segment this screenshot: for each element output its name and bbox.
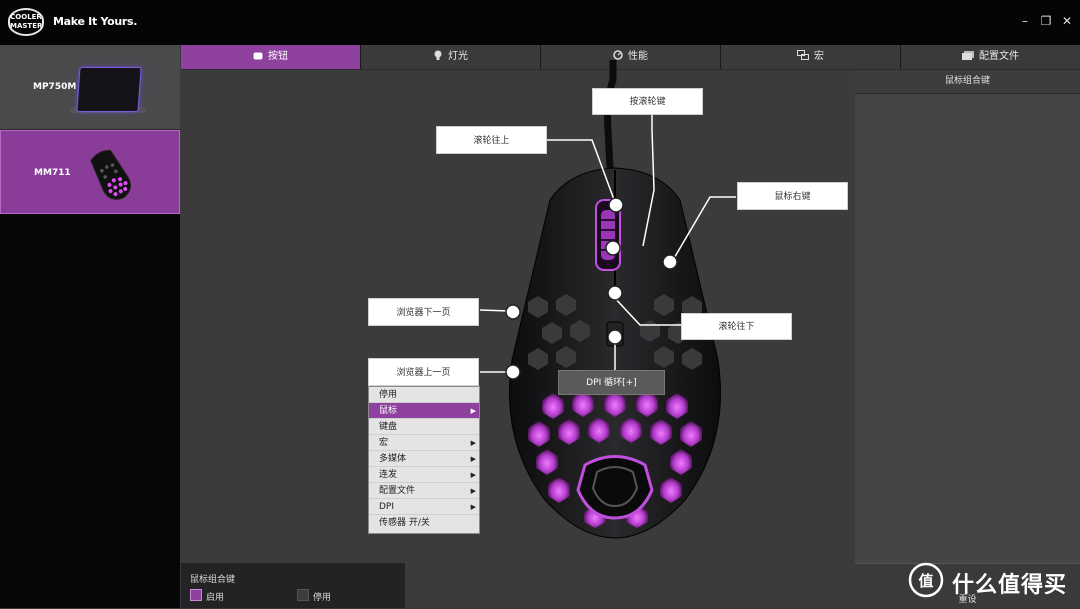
callout-browser-back[interactable]: 浏览器上一页 xyxy=(368,358,479,386)
device-item-mp750m[interactable]: MP750M xyxy=(0,45,180,130)
minimize-button[interactable]: – xyxy=(1018,14,1032,28)
menu-item-dpi[interactable]: DPI ▶ xyxy=(369,499,479,515)
menu-item-label: 多媒体 xyxy=(379,454,407,464)
tab-buttons[interactable]: 按钮 xyxy=(181,45,361,69)
gauge-icon xyxy=(613,50,623,60)
menu-item-label: 宏 xyxy=(379,438,389,448)
callout-right-button[interactable]: 鼠标右键 xyxy=(737,182,848,210)
callout-wheel-click[interactable]: 按滚轮键 xyxy=(592,88,703,115)
combo-key-title: 鼠标组合键 xyxy=(190,575,236,585)
menu-item-label: 键盘 xyxy=(379,422,398,432)
mouse-thumbnail-icon xyxy=(90,149,131,200)
menu-item-macro[interactable]: 宏 ▶ xyxy=(369,435,479,451)
profile-icon xyxy=(962,51,974,60)
submenu-arrow-icon: ▶ xyxy=(470,439,476,447)
menu-item-disable[interactable]: 停用 xyxy=(369,387,479,403)
submenu-arrow-icon: ▶ xyxy=(470,503,476,511)
submenu-arrow-icon: ▶ xyxy=(470,471,476,479)
menu-item-label: 停用 xyxy=(379,390,398,400)
combo-enable-checkbox[interactable] xyxy=(190,589,202,601)
combo-enable-label: 启用 xyxy=(206,593,225,603)
right-panel xyxy=(855,70,1080,608)
app-slogan: Make It Yours. xyxy=(53,15,138,28)
submenu-arrow-icon: ▶ xyxy=(470,407,476,415)
submenu-arrow-icon: ▶ xyxy=(470,487,476,495)
watermark-logo-icon: 值 xyxy=(908,562,944,598)
callout-wheel-up[interactable]: 滚轮往上 xyxy=(436,126,547,154)
macro-icon xyxy=(797,50,809,60)
bulb-icon xyxy=(434,50,442,60)
tab-label: 按钮 xyxy=(268,51,288,62)
svg-text:值: 值 xyxy=(918,572,933,590)
mouse-button-icon xyxy=(253,52,263,60)
cooler-master-logo: COOLER MASTER xyxy=(8,8,44,36)
context-menu: 停用 鼠标 ▶ 键盘 宏 ▶ 多媒体 ▶ 连发 ▶ 配置文件 ▶ DPI ▶ 传感器 开/关 xyxy=(368,386,480,534)
combo-disable-label: 停用 xyxy=(313,593,332,603)
menu-item-label: 鼠标 xyxy=(379,406,398,416)
watermark-text: 什么值得买 xyxy=(952,573,1068,598)
menu-item-keyboard[interactable]: 键盘 xyxy=(369,419,479,435)
tab-profiles[interactable]: 配置文件 xyxy=(901,45,1080,69)
tab-label: 宏 xyxy=(814,51,824,62)
submenu-arrow-icon: ▶ xyxy=(470,455,476,463)
tab-label: 配置文件 xyxy=(979,51,1019,62)
mousepad-image xyxy=(76,67,142,112)
restore-button[interactable]: ❐ xyxy=(1039,14,1053,28)
menu-item-label: 连发 xyxy=(379,470,398,480)
callout-dpi-cycle[interactable]: DPI 循环[+] xyxy=(558,370,665,395)
menu-item-label: DPI xyxy=(379,502,395,512)
menu-item-label: 传感器 开/关 xyxy=(379,518,430,528)
menu-item-mouse[interactable]: 鼠标 ▶ xyxy=(369,403,479,419)
callout-wheel-down[interactable]: 滚轮往下 xyxy=(681,313,792,340)
device-item-mm711[interactable]: MM711 xyxy=(0,130,180,214)
menu-item-profile[interactable]: 配置文件 ▶ xyxy=(369,483,479,499)
device-label: MM711 xyxy=(34,168,71,178)
menu-item-label: 配置文件 xyxy=(379,486,416,496)
combo-disable-checkbox[interactable] xyxy=(297,589,309,601)
title-bar xyxy=(0,0,1080,45)
device-label: MP750M xyxy=(33,82,77,92)
right-panel-header: 鼠标组合键 xyxy=(855,70,1080,94)
menu-item-multimedia[interactable]: 多媒体 ▶ xyxy=(369,451,479,467)
callout-browser-forward[interactable]: 浏览器下一页 xyxy=(368,298,479,326)
close-button[interactable]: ✕ xyxy=(1060,14,1074,28)
menu-item-sensor-toggle[interactable]: 传感器 开/关 xyxy=(369,515,479,531)
menu-item-rapid-fire[interactable]: 连发 ▶ xyxy=(369,467,479,483)
tab-label: 灯光 xyxy=(448,51,468,62)
